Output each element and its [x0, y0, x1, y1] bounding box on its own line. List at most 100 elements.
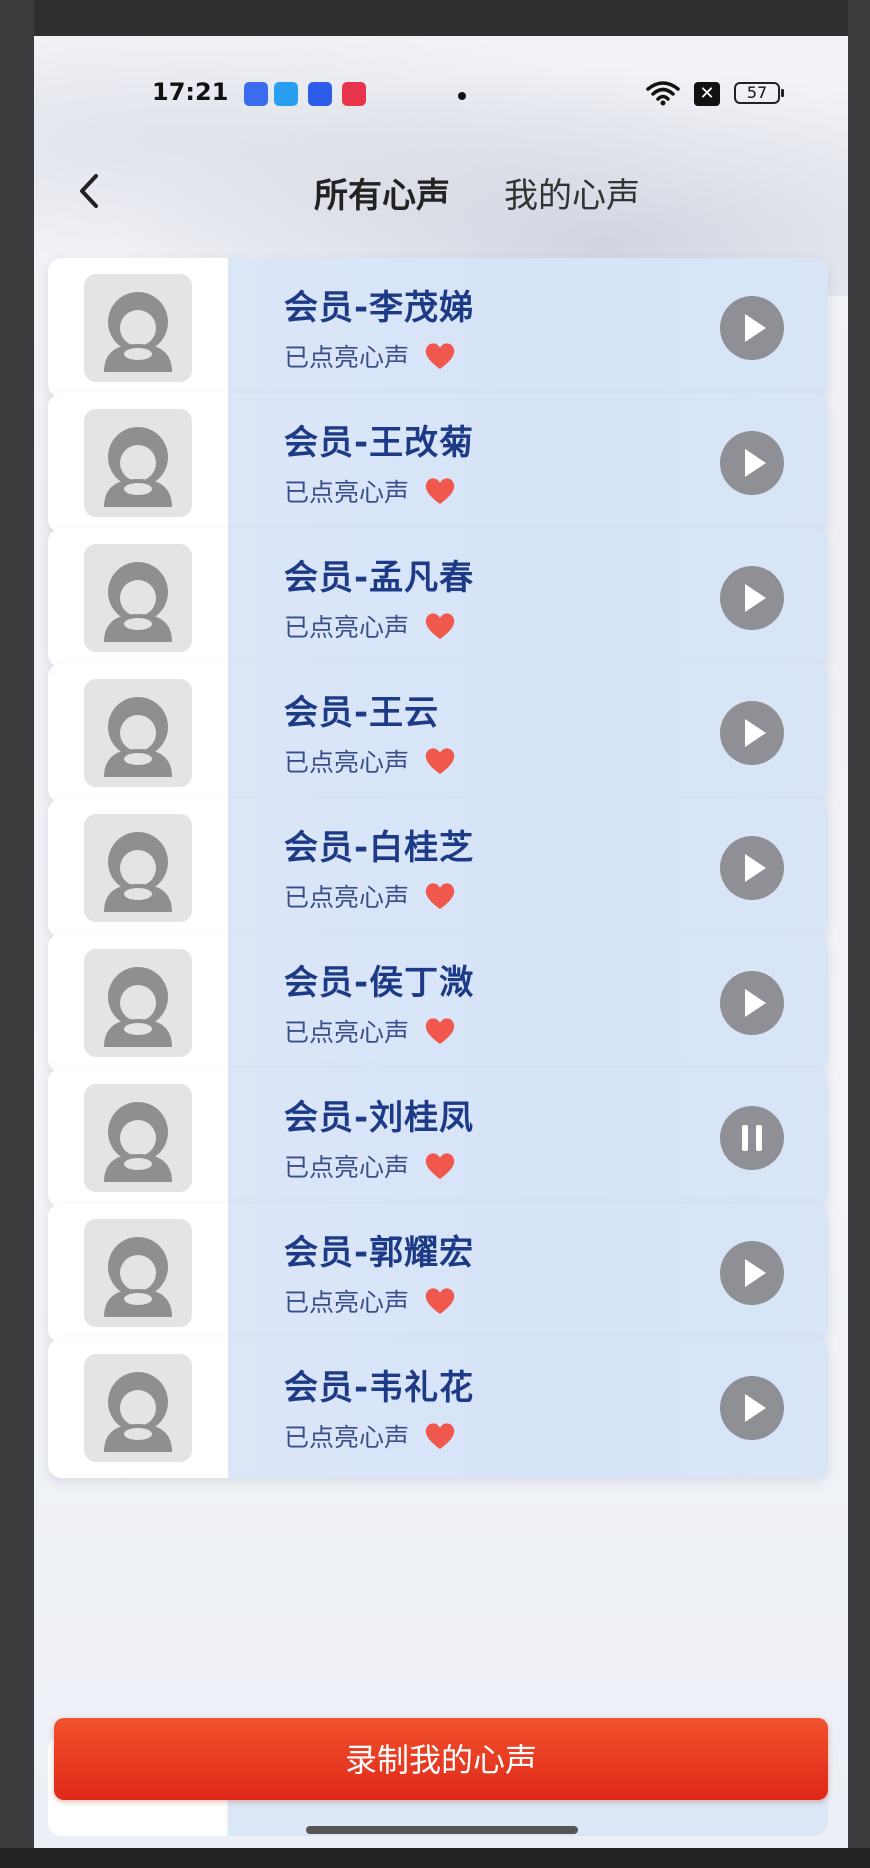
app-notification-icon	[342, 82, 366, 106]
avatar-area	[48, 528, 228, 668]
avatar-area	[48, 798, 228, 938]
member-name: 会员-韦礼花	[284, 1368, 475, 1408]
heart-icon	[425, 1423, 455, 1449]
avatar-area	[48, 933, 228, 1073]
user-silhouette-icon	[104, 1372, 172, 1452]
avatar-area	[48, 1203, 228, 1343]
lit-status-label: 已点亮心声	[284, 1153, 410, 1182]
avatar-area	[48, 1338, 228, 1478]
avatar	[84, 949, 192, 1057]
lit-status-label: 已点亮心声	[284, 1288, 410, 1317]
avatar-area	[48, 1068, 228, 1208]
user-silhouette-icon	[104, 832, 172, 912]
avatar-area	[48, 393, 228, 533]
member-name: 会员-王改菊	[284, 423, 475, 463]
avatar	[84, 1354, 192, 1462]
more-notifications-dot	[458, 92, 466, 100]
list-item[interactable]: 会员-刘桂凤 已点亮心声	[48, 1068, 828, 1208]
heart-icon	[425, 883, 455, 909]
record-voice-button[interactable]: 录制我的心声	[54, 1718, 828, 1800]
list-item[interactable]: 会员-郭耀宏 已点亮心声	[48, 1203, 828, 1343]
list-item[interactable]: 会员-韦礼花 已点亮心声	[48, 1338, 828, 1478]
user-silhouette-icon	[104, 427, 172, 507]
card-body: 会员-韦礼花 已点亮心声	[228, 1338, 828, 1478]
tab-all-voices[interactable]: 所有心声	[314, 168, 450, 217]
list-item[interactable]: 会员-孟凡春 已点亮心声	[48, 528, 828, 668]
play-icon	[745, 989, 766, 1017]
avatar	[84, 409, 192, 517]
member-name: 会员-侯丁溦	[284, 963, 475, 1003]
no-sim-icon: ✕	[694, 82, 720, 106]
member-name: 会员-孟凡春	[284, 558, 475, 598]
avatar	[84, 544, 192, 652]
lit-status: 已点亮心声	[284, 1148, 456, 1182]
list-item[interactable]: 会员-李茂娣 已点亮心声	[48, 258, 828, 398]
status-time: 17:21	[152, 78, 229, 106]
avatar	[84, 679, 192, 787]
app-notification-icon	[308, 82, 332, 106]
user-silhouette-icon	[104, 967, 172, 1047]
lit-status: 已点亮心声	[284, 473, 456, 507]
list-item[interactable]: 会员-白桂芝 已点亮心声	[48, 798, 828, 938]
lit-status: 已点亮心声	[284, 608, 456, 642]
background-bottom	[0, 1848, 870, 1868]
wifi-icon	[646, 81, 680, 106]
lit-status: 已点亮心声	[284, 743, 456, 777]
lit-status: 已点亮心声	[284, 1013, 456, 1047]
lit-status-label: 已点亮心声	[284, 748, 410, 777]
lit-status: 已点亮心声	[284, 1418, 456, 1452]
heart-icon	[425, 1153, 455, 1179]
user-silhouette-icon	[104, 292, 172, 372]
pause-icon	[742, 1125, 762, 1151]
member-name: 会员-白桂芝	[284, 828, 475, 868]
play-button[interactable]	[720, 971, 784, 1035]
list-item[interactable]: 会员-王云 已点亮心声	[48, 663, 828, 803]
card-body: 会员-刘桂凤 已点亮心声	[228, 1068, 828, 1208]
heart-icon	[425, 748, 455, 774]
play-icon	[745, 449, 766, 477]
card-body: 会员-王云 已点亮心声	[228, 663, 828, 803]
play-icon	[745, 719, 766, 747]
home-indicator[interactable]	[306, 1826, 578, 1834]
header: 所有心声 我的心声	[34, 156, 848, 236]
play-button[interactable]	[720, 1241, 784, 1305]
heart-icon	[425, 478, 455, 504]
lit-status-label: 已点亮心声	[284, 343, 410, 372]
play-button[interactable]	[720, 836, 784, 900]
play-icon	[745, 854, 766, 882]
avatar-area	[48, 258, 228, 398]
heart-icon	[425, 343, 455, 369]
tab-my-voices[interactable]: 我的心声	[504, 168, 640, 217]
avatar	[84, 1219, 192, 1327]
lit-status: 已点亮心声	[284, 338, 456, 372]
play-icon	[745, 1394, 766, 1422]
avatar	[84, 814, 192, 922]
lit-status: 已点亮心声	[284, 878, 456, 912]
play-button[interactable]	[720, 431, 784, 495]
play-button[interactable]	[720, 296, 784, 360]
status-bar: 17:21 ⚙ ✕ 57	[34, 70, 848, 116]
card-body: 会员-侯丁溦 已点亮心声	[228, 933, 828, 1073]
pause-button[interactable]	[720, 1106, 784, 1170]
play-button[interactable]	[720, 566, 784, 630]
card-body: 会员-白桂芝 已点亮心声	[228, 798, 828, 938]
background-right	[848, 0, 870, 1868]
list-item[interactable]: 会员-王改菊 已点亮心声	[48, 393, 828, 533]
play-button[interactable]	[720, 1376, 784, 1440]
list-item[interactable]: 会员-侯丁溦 已点亮心声	[48, 933, 828, 1073]
card-body: 会员-王改菊 已点亮心声	[228, 393, 828, 533]
member-name: 会员-刘桂凤	[284, 1098, 475, 1138]
heart-icon	[425, 613, 455, 639]
play-button[interactable]	[720, 701, 784, 765]
play-icon	[745, 584, 766, 612]
background-top	[0, 0, 870, 36]
avatar-area	[48, 663, 228, 803]
member-name: 会员-郭耀宏	[284, 1233, 475, 1273]
app-notification-icon	[274, 82, 298, 106]
user-silhouette-icon	[104, 697, 172, 777]
back-arrow-icon[interactable]	[64, 166, 114, 216]
card-body: 会员-孟凡春 已点亮心声	[228, 528, 828, 668]
avatar	[84, 1084, 192, 1192]
lit-status-label: 已点亮心声	[284, 478, 410, 507]
user-silhouette-icon	[104, 1102, 172, 1182]
